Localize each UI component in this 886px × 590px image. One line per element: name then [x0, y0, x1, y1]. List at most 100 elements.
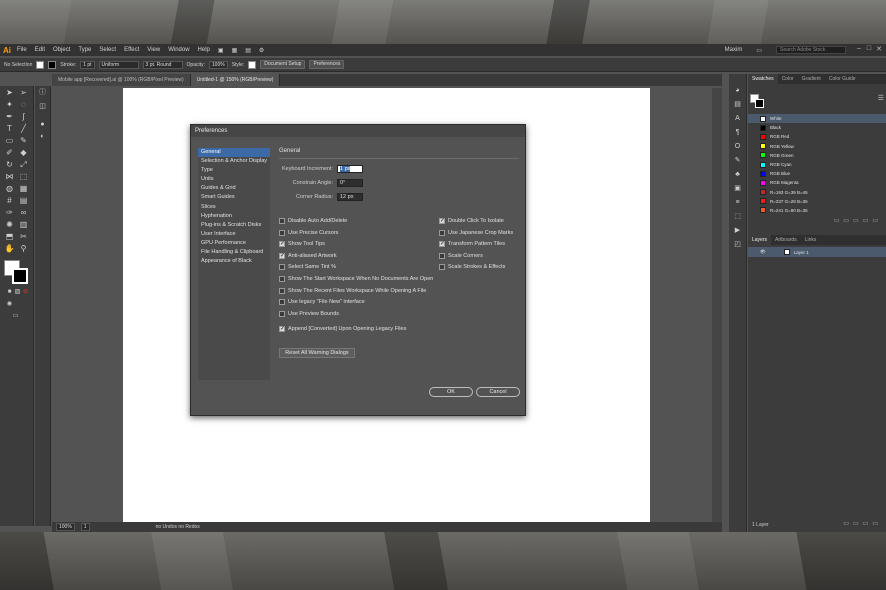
checkbox[interactable]: [279, 229, 285, 236]
option-append-converted[interactable]: Append [Converted] Upon Opening Legacy F…: [279, 325, 406, 333]
swatch-item[interactable]: RGB Yellow: [748, 142, 886, 151]
layer-row[interactable]: 👁 Layer 1: [748, 247, 886, 258]
visibility-eye-icon[interactable]: 👁: [760, 249, 766, 255]
vertical-scrollbar[interactable]: [712, 88, 722, 522]
option-legacy-file-new[interactable]: Use legacy "File New" interface: [279, 298, 433, 306]
blend-tool-icon[interactable]: ∞: [18, 208, 29, 217]
draw-mode-icon[interactable]: ◉: [4, 300, 15, 309]
category-plugins-scratch-disks[interactable]: Plug-ins & Scratch Disks: [198, 221, 270, 230]
maximize-icon[interactable]: □: [864, 45, 874, 53]
category-gpu-performance[interactable]: GPU Performance: [198, 239, 270, 248]
swatch-item[interactable]: R=241 G=90 B=36: [748, 206, 886, 215]
fill-color-swatch[interactable]: [36, 60, 45, 69]
checkbox[interactable]: [279, 240, 285, 248]
menu-effect[interactable]: Effect: [124, 47, 139, 53]
appearance-icon[interactable]: ●: [37, 120, 48, 129]
tab-color[interactable]: Color: [778, 74, 798, 84]
menu-window[interactable]: Window: [168, 47, 189, 53]
stroke-panel-icon[interactable]: ≡: [732, 198, 743, 207]
constrain-angle-input[interactable]: 0°: [337, 179, 363, 187]
stroke-weight-field[interactable]: 1 pt: [80, 60, 95, 69]
minimize-icon[interactable]: –: [854, 45, 864, 53]
tab-swatches[interactable]: Swatches: [748, 74, 778, 84]
symbol-sprayer-tool-icon[interactable]: ✺: [4, 220, 15, 229]
category-slices[interactable]: Slices: [198, 203, 270, 212]
shaper-tool-icon[interactable]: ✐: [4, 148, 15, 157]
option-scale-strokes-effects[interactable]: Scale Strokes & Effects: [439, 263, 513, 271]
category-type[interactable]: Type: [198, 166, 270, 175]
option-use-precise-cursors[interactable]: Use Precise Cursors: [279, 229, 433, 237]
checkbox[interactable]: [439, 217, 445, 224]
width-tool-icon[interactable]: ⋈: [4, 172, 15, 181]
gpu-icon[interactable]: ⚙: [259, 47, 264, 54]
option-double-click-to-isolate[interactable]: Double Click To Isolate: [439, 217, 513, 225]
mesh-tool-icon[interactable]: #: [4, 196, 15, 205]
keyboard-increment-input[interactable]: 1 px: [337, 165, 363, 173]
swatch-item[interactable]: Black: [748, 123, 886, 132]
opentype-icon[interactable]: O: [732, 142, 743, 151]
lasso-tool-icon[interactable]: ◌: [18, 100, 29, 109]
checkbox[interactable]: [279, 299, 285, 306]
bridge-icon[interactable]: ▣: [218, 47, 224, 54]
none-mode-icon[interactable]: ⊘: [20, 288, 31, 297]
checkbox[interactable]: [279, 275, 285, 282]
checkbox[interactable]: [439, 264, 445, 271]
category-user-interface[interactable]: User Interface: [198, 230, 270, 239]
option-show-recent-files-workspace[interactable]: Show The Recent Files Workspace While Op…: [279, 287, 433, 295]
artboard-navigation[interactable]: 1: [80, 523, 90, 531]
category-selection-anchor-display[interactable]: Selection & Anchor Display: [198, 157, 270, 166]
selection-tool-icon[interactable]: ➤: [4, 88, 15, 97]
variable-width-profile[interactable]: Uniform: [98, 60, 139, 69]
transform-panel-icon[interactable]: ⬚: [732, 212, 743, 221]
type-tool-icon[interactable]: T: [4, 124, 15, 133]
preferences-button[interactable]: Preferences: [309, 60, 345, 69]
option-disable-auto-add-delete[interactable]: Disable Auto Add/Delete: [279, 217, 433, 225]
tab-artboards[interactable]: Artboards: [771, 235, 801, 245]
menu-object[interactable]: Object: [53, 47, 70, 53]
symbols-icon[interactable]: ♣: [732, 170, 743, 179]
swatch-item[interactable]: RGB Cyan: [748, 160, 886, 169]
pen-tool-icon[interactable]: ✒: [4, 112, 15, 121]
swatch-item[interactable]: RGB Blue: [748, 169, 886, 178]
reset-warning-dialogs-button[interactable]: Reset All Warning Dialogs: [279, 348, 355, 358]
swatch-item[interactable]: RGB Red: [748, 132, 886, 141]
swatch-item[interactable]: RGB Green: [748, 151, 886, 160]
option-use-preview-bounds[interactable]: Use Preview Bounds: [279, 310, 433, 318]
tab-mobile-app[interactable]: Mobile app [Recovered].ai @ 100% (RGB/Pi…: [52, 74, 191, 86]
checkbox[interactable]: [279, 218, 285, 224]
tab-color-guide[interactable]: Color Guide: [825, 74, 860, 84]
swatch-stroke-preview[interactable]: [755, 99, 764, 108]
direct-selection-tool-icon[interactable]: ➢: [18, 88, 29, 97]
swatch-item[interactable]: RGB Magenta: [748, 178, 886, 187]
slice-tool-icon[interactable]: ✂: [18, 232, 29, 241]
option-select-same-tint[interactable]: Select Same Tint %: [279, 263, 433, 271]
category-units[interactable]: Units: [198, 175, 270, 184]
close-icon[interactable]: ✕: [874, 45, 884, 53]
swatch-item[interactable]: White: [748, 114, 886, 124]
perspective-grid-tool-icon[interactable]: ▦: [18, 184, 29, 193]
zoom-tool-icon[interactable]: ⚲: [18, 244, 29, 253]
transparency-icon[interactable]: ◐: [37, 132, 48, 141]
magic-wand-tool-icon[interactable]: ✦: [4, 100, 15, 109]
list-view-icon[interactable]: ☰: [878, 94, 884, 102]
option-japanese-crop-marks[interactable]: Use Japanese Crop Marks: [439, 229, 513, 237]
category-hyphenation[interactable]: Hyphenation: [198, 212, 270, 221]
menu-edit[interactable]: Edit: [35, 47, 45, 53]
screen-mode-icon[interactable]: ▭: [10, 312, 21, 321]
zoom-level[interactable]: 100%: [56, 523, 75, 531]
arrange-documents-icon[interactable]: ▤: [245, 47, 251, 54]
properties-icon[interactable]: ◫: [37, 102, 48, 111]
category-appearance-of-black[interactable]: Appearance of Black: [198, 257, 270, 266]
gradient-tool-icon[interactable]: ▤: [18, 196, 29, 205]
graphic-styles-icon[interactable]: ▣: [732, 184, 743, 193]
rotate-tool-icon[interactable]: ↻: [4, 160, 15, 169]
checkbox[interactable]: [279, 310, 285, 317]
brush-definition[interactable]: 3 pt. Round: [142, 60, 183, 69]
tab-untitled-1[interactable]: Untitled-1 @ 150% (RGB/Preview): [190, 74, 281, 86]
category-general[interactable]: General: [198, 148, 270, 158]
actions-icon[interactable]: ▶: [732, 226, 743, 235]
menu-view[interactable]: View: [147, 47, 160, 53]
ok-button[interactable]: OK: [429, 387, 473, 397]
graphic-style-swatch[interactable]: [248, 60, 257, 69]
free-transform-tool-icon[interactable]: ⬚: [18, 172, 29, 181]
